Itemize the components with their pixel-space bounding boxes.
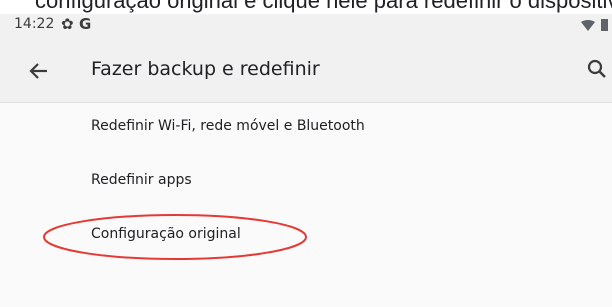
settings-list: Redefinir Wi-Fi, rede móvel e Bluetooth … (0, 103, 612, 307)
battery-icon (601, 19, 608, 31)
factory-reset-label: Configuração original (91, 226, 241, 242)
reset-network-label: Redefinir Wi-Fi, rede móvel e Bluetooth (91, 118, 365, 134)
reset-apps-label: Redefinir apps (91, 172, 192, 188)
app-toolbar: Fazer backup e redefinir (0, 38, 612, 102)
status-bar: 14:22 ✿ G (0, 14, 612, 38)
reset-network-item[interactable]: Redefinir Wi-Fi, rede móvel e Bluetooth (0, 103, 612, 157)
caption-text: configuração original e clique nele para… (35, 0, 612, 13)
wifi-icon (581, 20, 595, 31)
page-title: Fazer backup e redefinir (91, 58, 320, 80)
arrow-left-icon[interactable] (26, 58, 52, 84)
caption-strip: configuração original e clique nele para… (0, 0, 612, 14)
status-time: 14:22 (14, 16, 55, 32)
notification-g-icon: G (79, 15, 92, 33)
search-icon[interactable] (585, 57, 609, 81)
reset-apps-item[interactable]: Redefinir apps (0, 157, 612, 211)
gear-icon: ✿ (61, 15, 74, 33)
factory-reset-item[interactable]: Configuração original (0, 211, 612, 265)
